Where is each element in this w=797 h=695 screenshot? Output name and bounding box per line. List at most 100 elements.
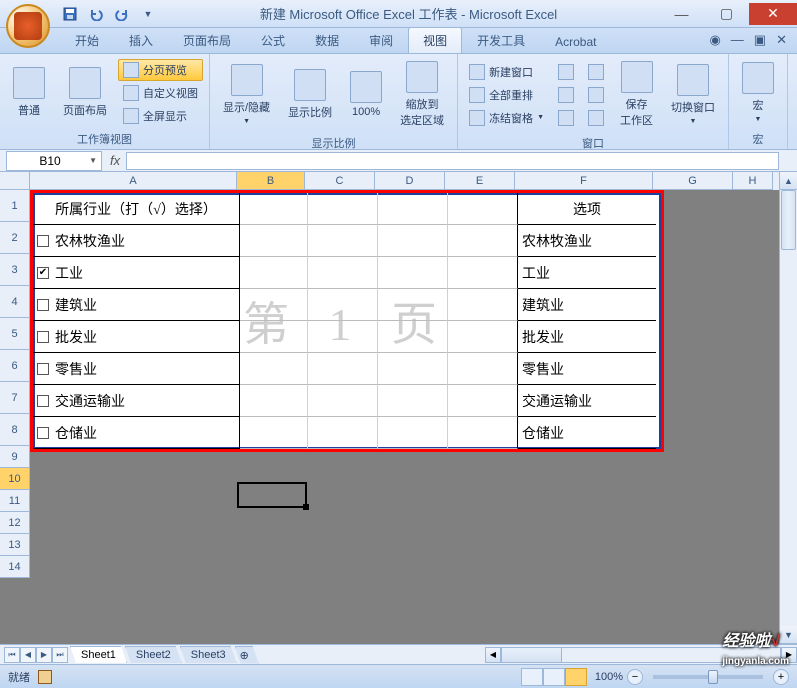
cell[interactable] <box>448 353 518 385</box>
cell[interactable] <box>240 385 308 417</box>
table-row-left[interactable]: 批发业 <box>33 321 240 353</box>
scroll-thumb[interactable] <box>781 190 796 250</box>
zoom-slider[interactable] <box>653 675 763 679</box>
sheet-tab-sheet2[interactable]: Sheet2 <box>125 646 182 663</box>
column-header-B[interactable]: B <box>237 172 305 190</box>
qat-customize-icon[interactable]: ▼ <box>138 4 158 24</box>
unhide-button[interactable] <box>553 107 579 129</box>
table-row-left[interactable]: 交通运输业 <box>33 385 240 417</box>
maximize-button[interactable]: ▢ <box>704 3 749 25</box>
full-screen-button[interactable]: 全屏显示 <box>118 105 203 127</box>
help-icon[interactable]: ◉ <box>709 32 720 48</box>
normal-view-btn[interactable] <box>521 668 543 686</box>
select-all-corner[interactable] <box>0 172 30 190</box>
save-icon[interactable] <box>60 4 80 24</box>
tab-developer[interactable]: 开发工具 <box>462 27 540 53</box>
scroll-up-button[interactable]: ▲ <box>780 172 797 190</box>
column-header-G[interactable]: G <box>653 172 733 190</box>
tab-view[interactable]: 视图 <box>408 27 462 53</box>
page-layout-view-button[interactable]: 页面布局 <box>56 62 114 123</box>
cell[interactable] <box>448 321 518 353</box>
zoom-percent[interactable]: 100% <box>595 671 623 683</box>
cell[interactable] <box>240 353 308 385</box>
checkbox[interactable] <box>37 363 49 375</box>
row-header-8[interactable]: 8 <box>0 414 30 446</box>
page-break-view-btn[interactable] <box>565 668 587 686</box>
cell[interactable] <box>308 289 378 321</box>
cell[interactable] <box>378 321 448 353</box>
table-row-right[interactable]: 工业 <box>518 257 656 289</box>
name-box[interactable]: B10 ▼ <box>6 151 102 171</box>
row-header-12[interactable]: 12 <box>0 512 30 534</box>
zoom-out-button[interactable]: − <box>627 669 643 685</box>
horizontal-scrollbar[interactable]: ◀ ▶ <box>269 647 797 663</box>
tab-formulas[interactable]: 公式 <box>246 27 300 53</box>
page-layout-view-btn[interactable] <box>543 668 565 686</box>
cell[interactable] <box>378 257 448 289</box>
doc-close-button[interactable]: ✕ <box>776 32 787 48</box>
switch-windows-button[interactable]: 切换窗口▼ <box>664 59 722 130</box>
zoom-100-button[interactable]: 100% <box>343 66 389 123</box>
row-header-5[interactable]: 5 <box>0 318 30 350</box>
column-header-D[interactable]: D <box>375 172 445 190</box>
minimize-button[interactable]: — <box>659 3 704 25</box>
split-button[interactable] <box>553 61 579 83</box>
cell[interactable] <box>240 193 308 225</box>
table-row-left[interactable]: 建筑业 <box>33 289 240 321</box>
cell[interactable] <box>378 289 448 321</box>
cell[interactable] <box>378 385 448 417</box>
custom-views-button[interactable]: 自定义视图 <box>118 82 203 104</box>
table-row-right[interactable]: 零售业 <box>518 353 656 385</box>
row-header-11[interactable]: 11 <box>0 490 30 512</box>
row-header-10[interactable]: 10 <box>0 468 30 490</box>
zoom-in-button[interactable]: + <box>773 669 789 685</box>
cell[interactable] <box>240 417 308 449</box>
macros-button[interactable]: 宏▼ <box>735 57 781 128</box>
undo-icon[interactable] <box>86 4 106 24</box>
cell[interactable] <box>378 225 448 257</box>
macro-record-icon[interactable] <box>38 670 52 684</box>
cell[interactable] <box>240 321 308 353</box>
table-row-right[interactable]: 批发业 <box>518 321 656 353</box>
scroll-track[interactable] <box>780 250 797 626</box>
scroll-left-button[interactable]: ◀ <box>485 647 501 663</box>
cell[interactable] <box>448 417 518 449</box>
sheet-tab-sheet1[interactable]: Sheet1 <box>70 646 127 663</box>
hscroll-thumb[interactable] <box>502 648 562 662</box>
cell[interactable] <box>240 257 308 289</box>
reset-window-button[interactable] <box>583 107 609 129</box>
normal-view-button[interactable]: 普通 <box>6 62 52 123</box>
row-header-7[interactable]: 7 <box>0 382 30 414</box>
table-header-right[interactable]: 选项 <box>518 193 656 225</box>
tab-data[interactable]: 数据 <box>300 27 354 53</box>
page-break-preview-button[interactable]: 分页预览 <box>118 59 203 81</box>
first-sheet-button[interactable]: ⏮ <box>4 647 20 663</box>
cell[interactable] <box>448 385 518 417</box>
zoom-to-selection-button[interactable]: 缩放到 选定区域 <box>393 56 451 133</box>
row-header-4[interactable]: 4 <box>0 286 30 318</box>
checkbox[interactable] <box>37 331 49 343</box>
office-button[interactable] <box>6 4 50 48</box>
cell[interactable] <box>240 225 308 257</box>
column-header-F[interactable]: F <box>515 172 653 190</box>
freeze-panes-button[interactable]: 冻结窗格▼ <box>464 107 549 129</box>
save-workspace-button[interactable]: 保存 工作区 <box>613 56 660 133</box>
formula-input[interactable] <box>126 152 779 170</box>
cell[interactable] <box>308 225 378 257</box>
chevron-down-icon[interactable]: ▼ <box>89 156 97 165</box>
column-header-C[interactable]: C <box>305 172 375 190</box>
table-row-right[interactable]: 仓储业 <box>518 417 656 449</box>
cell[interactable] <box>378 417 448 449</box>
row-header-3[interactable]: 3 <box>0 254 30 286</box>
last-sheet-button[interactable]: ⏭ <box>52 647 68 663</box>
cell[interactable] <box>448 257 518 289</box>
tab-review[interactable]: 审阅 <box>354 27 408 53</box>
column-header-H[interactable]: H <box>733 172 773 190</box>
checkbox[interactable] <box>37 427 49 439</box>
sheet-tab-sheet3[interactable]: Sheet3 <box>180 646 237 663</box>
checkbox[interactable] <box>37 267 49 279</box>
cell[interactable] <box>240 289 308 321</box>
row-header-14[interactable]: 14 <box>0 556 30 578</box>
row-header-6[interactable]: 6 <box>0 350 30 382</box>
show-hide-button[interactable]: 显示/隐藏▼ <box>216 59 277 130</box>
